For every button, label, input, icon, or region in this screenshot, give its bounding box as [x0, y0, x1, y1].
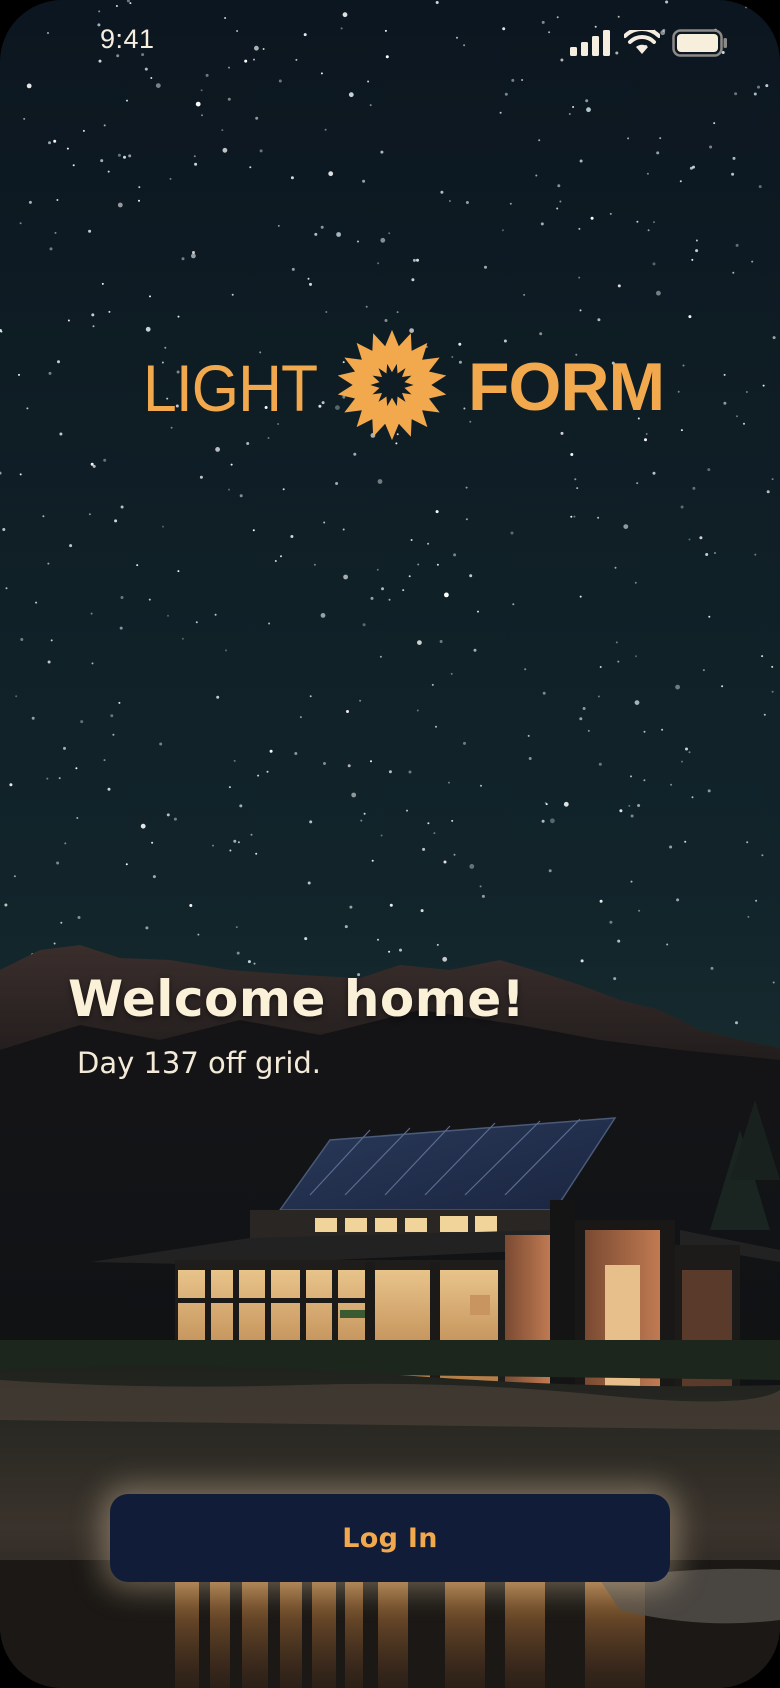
signal-icon: [570, 30, 610, 56]
app-logo: LIGHT FORM: [0, 320, 780, 450]
sun-icon: [337, 329, 447, 441]
battery-icon: [672, 29, 727, 57]
status-bar: 9:41: [0, 0, 780, 90]
welcome-screen: 9:41 LIGHT FORM Welcome home! Day 137 of…: [0, 0, 780, 1688]
status-icons: [570, 28, 728, 58]
welcome-title: Welcome home!: [68, 970, 526, 1028]
welcome-subtitle: Day 137 off grid.: [77, 1046, 322, 1080]
logo-word-form: FORM: [468, 349, 665, 425]
wifi-icon: [624, 30, 660, 54]
status-time: 9:41: [100, 24, 155, 54]
logo-word-light: LIGHT: [143, 351, 318, 425]
login-button[interactable]: Log In: [110, 1494, 670, 1582]
